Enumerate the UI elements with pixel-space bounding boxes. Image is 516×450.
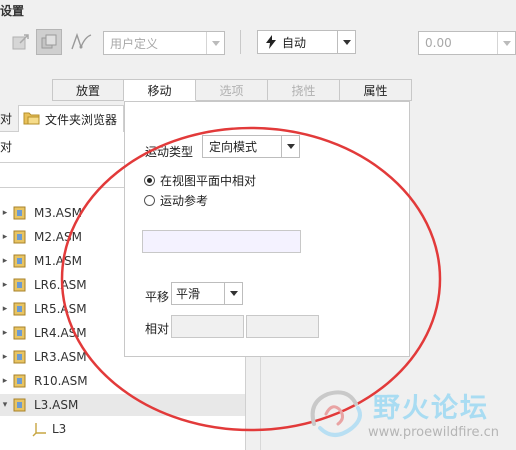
relative-label: 相对 (145, 322, 170, 336)
tree-item-label: L3 (52, 422, 67, 436)
toolbar-divider (240, 30, 241, 54)
assembly-icon (12, 253, 28, 269)
translate-select[interactable]: 平滑 (171, 282, 243, 305)
tree-item-l3[interactable]: L3 (0, 418, 245, 440)
relative-field-2 (246, 315, 319, 338)
motion-path-icon[interactable] (68, 29, 94, 55)
assembly-icon (12, 397, 28, 413)
coord-system-value: 用户定义 (110, 36, 159, 51)
value-field: 0.00 (425, 36, 452, 50)
dialog-title: 设置 (0, 4, 25, 18)
chevron-down-icon (224, 283, 242, 304)
radio-motion-ref-label: 运动参考 (160, 194, 209, 208)
assembly-icon (12, 229, 28, 245)
tree-item-label: LR4.ASM (34, 326, 87, 340)
tab-flexibility: 挠性 (268, 79, 340, 101)
lightning-icon (262, 35, 280, 49)
tree-item-label: LR6.ASM (34, 278, 87, 292)
model-tree-tab[interactable]: 对 (0, 110, 12, 127)
tab-properties[interactable]: 属性 (340, 79, 412, 101)
translate-label: 平移 (145, 290, 170, 304)
expand-arrow-icon[interactable]: ▸ (0, 256, 10, 266)
radio-dot (144, 195, 155, 206)
mode-value: 自动 (282, 35, 307, 50)
expand-arrow-icon[interactable]: ▸ (0, 328, 10, 338)
radio-dot-selected (144, 175, 155, 186)
expand-arrow-icon[interactable]: ▸ (0, 352, 10, 362)
coordinate-system-icon (32, 421, 48, 437)
radio-motion-reference[interactable]: 运动参考 (144, 192, 208, 209)
expand-arrow-icon[interactable]: ▸ (0, 208, 10, 218)
chevron-down-icon (206, 32, 224, 54)
mode-select[interactable]: 自动 (257, 30, 356, 54)
relative-field-1 (171, 315, 244, 338)
collapse-arrow-icon[interactable]: ▾ (0, 400, 10, 410)
tab-options: 选项 (196, 79, 268, 101)
translate-value: 平滑 (176, 287, 201, 301)
chevron-down-icon (497, 32, 515, 54)
radio-view-plane-label: 在视图平面中相对 (160, 174, 257, 188)
tree-item-label: L3.ASM (34, 398, 79, 412)
folder-icon (23, 110, 41, 129)
motion-type-label: 运动类型 (145, 145, 194, 159)
tree-item-label: M2.ASM (34, 230, 82, 244)
tab-placement[interactable]: 放置 (52, 79, 124, 101)
watermark: 野火论坛 www.proewildfire.cn (300, 382, 516, 450)
drag-component-icon[interactable] (8, 29, 34, 55)
coord-system-select[interactable]: 用户定义 (103, 31, 225, 55)
snap-component-icon[interactable] (36, 29, 62, 55)
expand-arrow-icon[interactable]: ▸ (0, 280, 10, 290)
value-select[interactable]: 0.00 (418, 31, 516, 55)
tree-item-label: LR3.ASM (34, 350, 87, 364)
chevron-down-icon (281, 136, 299, 157)
assembly-icon (12, 349, 28, 365)
tab-bar: 放置 移动 选项 挠性 属性 (52, 79, 412, 101)
watermark-url: www.proewildfire.cn (368, 425, 499, 440)
tree-item-label: M3.ASM (34, 206, 82, 220)
assembly-icon (12, 205, 28, 221)
tree-item-r10[interactable]: ▸ R10.ASM (0, 370, 245, 392)
folder-browser-label: 文件夹浏览器 (45, 112, 118, 127)
expand-arrow-icon[interactable]: ▸ (0, 376, 10, 386)
tab-move[interactable]: 移动 (124, 79, 196, 101)
tree-item-label: LR5.ASM (34, 302, 87, 316)
watermark-title: 野火论坛 (373, 393, 489, 424)
motion-reference-collector[interactable] (142, 230, 301, 253)
move-tab-panel: 运动类型 定向模式 在视图平面中相对 运动参考 平移 平滑 相对 (124, 101, 410, 357)
assembly-icon (12, 301, 28, 317)
motion-type-value: 定向模式 (209, 140, 258, 154)
expand-arrow-icon[interactable]: ▸ (0, 232, 10, 242)
panel-row-label: 对 (0, 140, 13, 154)
assembly-icon (12, 325, 28, 341)
expand-arrow-icon[interactable]: ▸ (0, 304, 10, 314)
folder-browser-tab[interactable]: 文件夹浏览器 (18, 105, 125, 132)
tree-item-l3-asm[interactable]: ▾ L3.ASM (0, 394, 245, 416)
assembly-icon (12, 277, 28, 293)
tree-item-label: R10.ASM (34, 374, 88, 388)
tree-item-label: M1.ASM (34, 254, 82, 268)
radio-view-plane[interactable]: 在视图平面中相对 (144, 172, 256, 189)
motion-type-select[interactable]: 定向模式 (202, 135, 300, 158)
watermark-logo-icon (310, 390, 362, 437)
assembly-icon (12, 373, 28, 389)
chevron-down-icon (337, 31, 355, 53)
